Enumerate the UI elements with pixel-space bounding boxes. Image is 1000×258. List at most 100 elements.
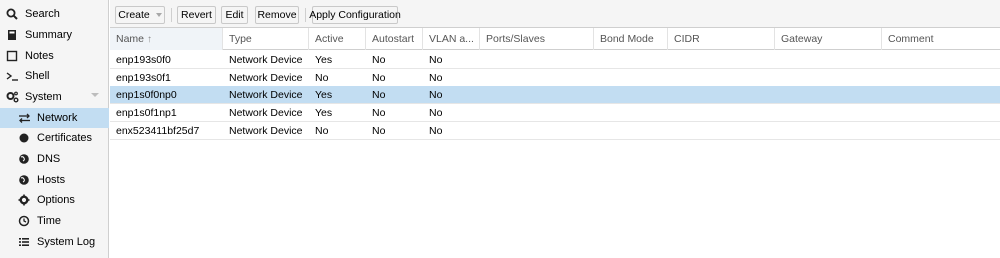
sidebar-item-time[interactable]: Time (0, 211, 109, 231)
column-header-ports-slaves[interactable]: Ports/Slaves (480, 28, 594, 50)
column-header-label: Bond Mode (600, 33, 654, 45)
column-header-label: Ports/Slaves (486, 33, 545, 45)
column-header-label: CIDR (674, 33, 700, 45)
column-header-label: VLAN a... (429, 33, 474, 45)
cell-autostart: No (372, 71, 386, 84)
sort-ascending-icon: ↑ (147, 33, 153, 45)
exchange-icon (17, 111, 31, 125)
column-header-label: Comment (888, 33, 934, 45)
cell-type: Network Device (229, 53, 303, 66)
column-header-vlan-aware[interactable]: VLAN a... (423, 28, 480, 50)
sidebar-item-summary[interactable]: Summary (0, 25, 109, 45)
column-header-active[interactable]: Active (309, 28, 366, 50)
cell-active: No (315, 124, 329, 137)
table-row[interactable]: enp1s0f1np1 Network Device Yes No No (110, 104, 1000, 122)
cell-name: enp193s0f1 (116, 71, 171, 84)
cell-type: Network Device (229, 88, 303, 101)
cell-autostart: No (372, 124, 386, 137)
remove-button[interactable]: Remove (255, 6, 299, 24)
sidebar-item-dns[interactable]: DNS (0, 149, 109, 169)
cell-vlan-aware: No (429, 53, 443, 66)
column-header-autostart[interactable]: Autostart (366, 28, 423, 50)
sidebar-item-hosts[interactable]: Hosts (0, 170, 109, 190)
sidebar-item-search[interactable]: Search (0, 4, 109, 24)
table-row-selected[interactable]: enp1s0f0np0 Network Device Yes No No (110, 86, 1000, 104)
cell-name: enp1s0f0np0 (116, 88, 177, 101)
column-header-cidr[interactable]: CIDR (668, 28, 775, 50)
column-header-gateway[interactable]: Gateway (775, 28, 882, 50)
column-header-label: Type (229, 33, 252, 45)
sidebar-item-label: Search (25, 8, 60, 20)
column-header-name[interactable]: Name ↑ (110, 28, 223, 50)
sidebar-item-label: DNS (37, 153, 61, 165)
terminal-icon (5, 69, 19, 83)
sidebar-item-label: Time (37, 215, 62, 227)
cell-name: enp193s0f0 (116, 53, 171, 66)
sidebar-item-label: Hosts (37, 174, 66, 186)
sidebar-item-label: Options (37, 194, 75, 206)
table-row[interactable]: enp193s0f1 Network Device No No No (110, 69, 1000, 87)
apply-configuration-button-label: Apply Configuration (309, 9, 401, 21)
collapse-icon[interactable] (91, 93, 99, 97)
gear-icon (17, 193, 31, 207)
column-header-label: Active (315, 33, 344, 45)
revert-button-label: Revert (181, 9, 212, 21)
clock-icon (17, 214, 31, 228)
cell-vlan-aware: No (429, 106, 443, 119)
create-button[interactable]: Create (115, 6, 165, 24)
column-header-bond-mode[interactable]: Bond Mode (594, 28, 668, 50)
sidebar-item-system[interactable]: System (0, 87, 109, 107)
sidebar-item-system-log[interactable]: System Log (0, 232, 109, 252)
toolbar-separator (305, 8, 306, 22)
column-header-label: Autostart (372, 33, 415, 45)
grid-header: Name ↑ Type Active Autostart VLAN a... P… (110, 28, 1000, 50)
remove-button-label: Remove (257, 9, 297, 21)
table-row[interactable]: enp193s0f0 Network Device Yes No No (110, 51, 1000, 69)
cell-autostart: No (372, 106, 386, 119)
sidebar-item-network[interactable]: Network (0, 108, 109, 128)
sidebar-item-label: Summary (25, 29, 73, 41)
certificate-icon (17, 131, 31, 145)
sidebar-item-label: Network (37, 112, 78, 124)
sidebar-item-certificates[interactable]: Certificates (0, 128, 109, 148)
cell-type: Network Device (229, 106, 303, 119)
cell-active: Yes (315, 53, 333, 66)
list-icon (17, 235, 31, 249)
create-button-label: Create (118, 9, 150, 21)
revert-button[interactable]: Revert (177, 6, 216, 24)
toolbar: Create Revert Edit Remove Apply Configur… (110, 0, 1000, 28)
search-icon (5, 7, 19, 21)
sidebar-item-label: System Log (37, 236, 96, 248)
cell-name: enp1s0f1np1 (116, 106, 177, 119)
cell-vlan-aware: No (429, 71, 443, 84)
note-icon (5, 49, 19, 63)
sidebar-item-shell[interactable]: Shell (0, 66, 109, 86)
sidebar-item-notes[interactable]: Notes (0, 46, 109, 66)
apply-configuration-button[interactable]: Apply Configuration (309, 6, 401, 24)
globe-icon (17, 152, 31, 166)
sidebar-item-label: Shell (25, 70, 50, 82)
cell-active: Yes (315, 106, 333, 119)
cell-active: No (315, 71, 329, 84)
chevron-down-icon (155, 13, 162, 17)
column-header-label: Name (116, 33, 145, 45)
column-header-label: Gateway (781, 33, 823, 45)
globe-icon (17, 173, 31, 187)
table-row[interactable]: enx523411bf25d7 Network Device No No No (110, 122, 1000, 140)
cell-autostart: No (372, 88, 386, 101)
cell-active: Yes (315, 88, 333, 101)
edit-button[interactable]: Edit (221, 6, 248, 24)
sidebar-item-label: System (25, 91, 62, 103)
sidebar-item-label: Notes (25, 50, 54, 62)
cell-name: enx523411bf25d7 (116, 124, 200, 137)
cell-type: Network Device (229, 71, 303, 84)
sidebar-item-options[interactable]: Options (0, 190, 109, 210)
edit-button-label: Edit (225, 9, 244, 21)
gears-icon (5, 90, 19, 104)
column-header-type[interactable]: Type (223, 28, 309, 50)
cell-vlan-aware: No (429, 124, 443, 137)
sidebar: Search Summary Notes Shell System Networ… (0, 0, 109, 258)
sidebar-item-label: Certificates (37, 132, 93, 144)
column-header-comment[interactable]: Comment (882, 28, 1000, 50)
cell-autostart: No (372, 53, 386, 66)
